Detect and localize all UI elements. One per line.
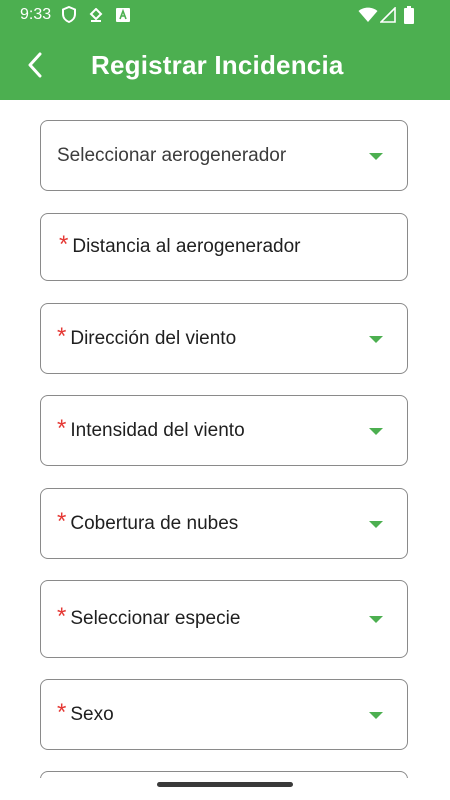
turbine-distance-input[interactable]: * Distancia al aerogenerador	[40, 213, 408, 281]
incident-form: Seleccionar aerogenerador * Distancia al…	[0, 100, 450, 800]
turbine-dropdown[interactable]: Seleccionar aerogenerador	[40, 120, 408, 191]
wind-intensity-dropdown[interactable]: * Intensidad del viento	[40, 395, 408, 466]
species-dropdown[interactable]: * Seleccionar especie	[40, 580, 408, 658]
shield-icon	[62, 6, 76, 23]
field-label: Seleccionar aerogenerador	[57, 144, 287, 166]
required-marker: *	[59, 231, 69, 258]
field-label: Sexo	[70, 703, 114, 725]
wind-direction-dropdown[interactable]: * Dirección del viento	[40, 303, 408, 374]
required-marker: *	[57, 507, 67, 535]
field-label: Dirección del viento	[70, 327, 237, 349]
page-title: Registrar Incidencia	[91, 50, 344, 80]
field-label: Distancia al aerogenerador	[72, 236, 301, 257]
dropdown-arrow-icon	[369, 711, 383, 719]
dropdown-arrow-icon	[369, 520, 383, 528]
field-label: Intensidad del viento	[70, 419, 245, 441]
dropdown-arrow-icon	[369, 427, 383, 435]
field-label: Seleccionar especie	[70, 608, 241, 629]
field-label: Cobertura de nubes	[70, 512, 239, 534]
required-marker: *	[57, 414, 67, 442]
dropdown-arrow-icon	[369, 616, 383, 623]
accessibility-icon	[116, 8, 130, 22]
wifi-icon	[358, 7, 378, 22]
back-button[interactable]	[18, 48, 52, 82]
status-time: 9:33	[20, 6, 52, 23]
app-header: 9:33 Registrar Incidencia	[0, 0, 450, 100]
status-bar: 9:33	[0, 0, 450, 30]
dropdown-arrow-icon	[369, 152, 383, 160]
dropdown-arrow-icon	[369, 335, 383, 343]
required-marker: *	[57, 322, 67, 350]
download-icon	[89, 8, 103, 22]
required-marker: *	[57, 603, 67, 630]
screen: 9:33 Registrar Incidencia Seleccionar ae…	[0, 0, 450, 800]
sex-dropdown[interactable]: * Sexo	[40, 679, 408, 750]
cloud-cover-dropdown[interactable]: * Cobertura de nubes	[40, 488, 408, 559]
battery-icon	[404, 6, 414, 24]
chevron-left-icon	[28, 52, 42, 78]
signal-icon	[380, 7, 396, 23]
gesture-handle[interactable]	[157, 782, 293, 787]
required-marker: *	[57, 698, 67, 726]
